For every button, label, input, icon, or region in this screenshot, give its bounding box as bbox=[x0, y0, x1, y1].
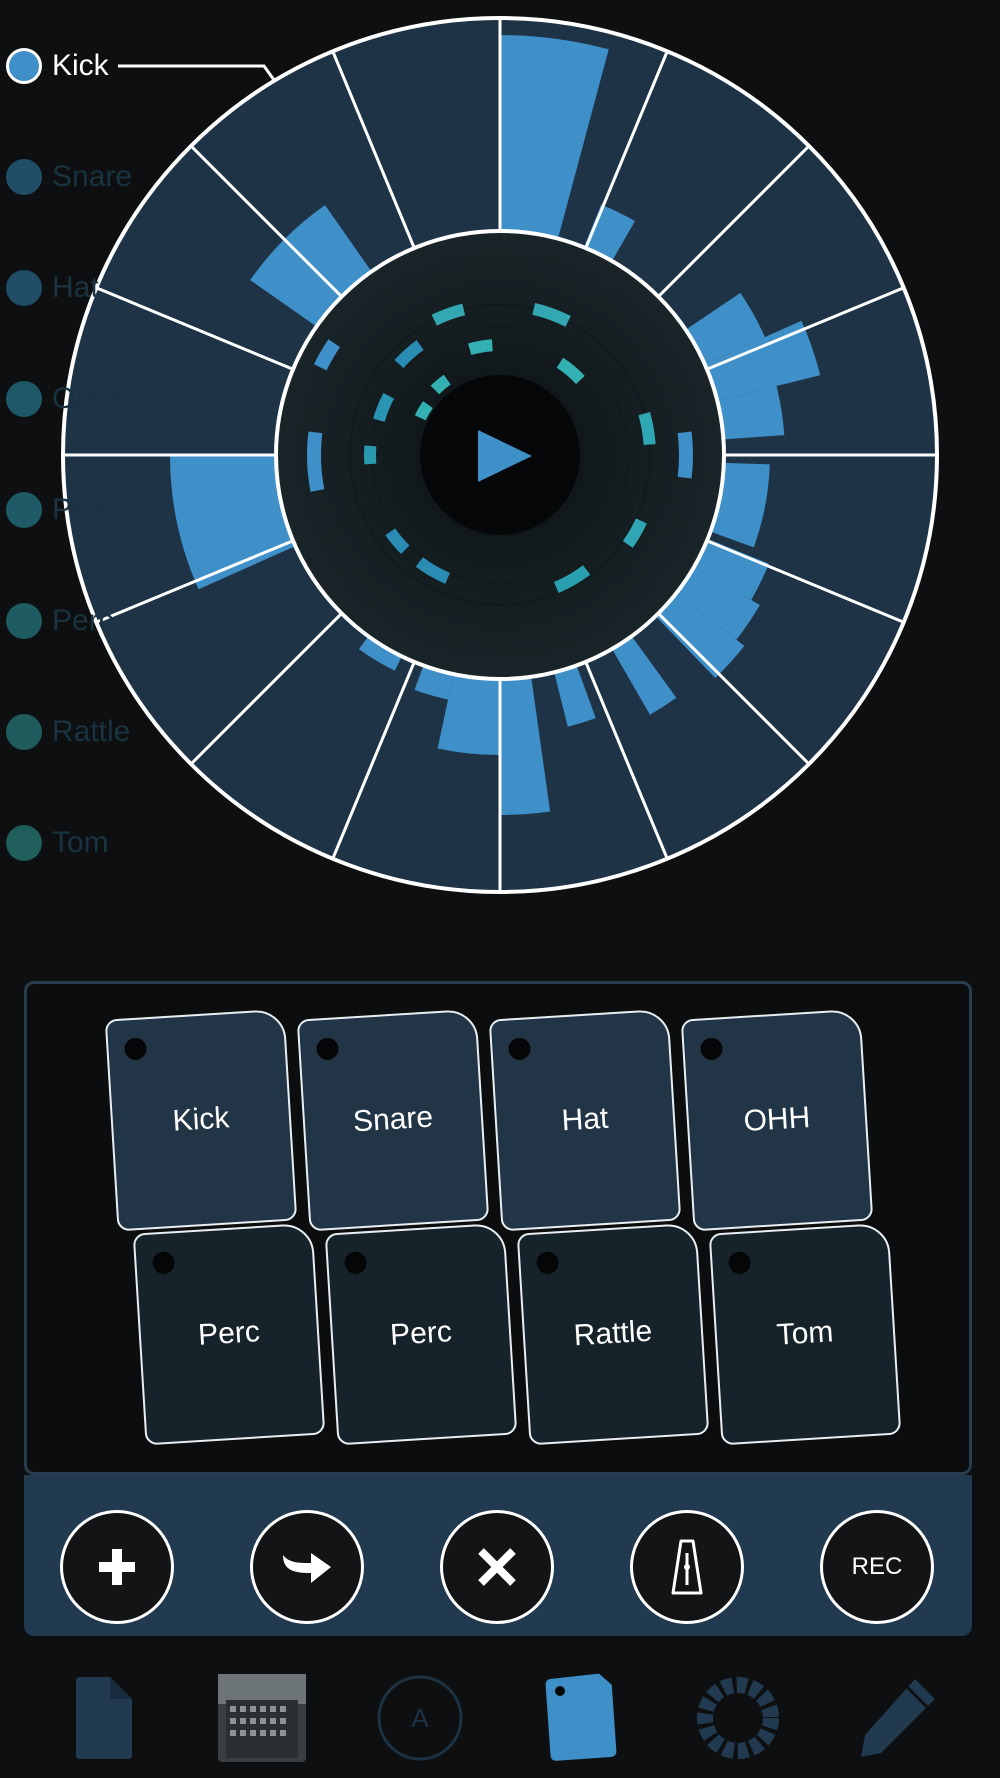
sequencer-wheel[interactable] bbox=[0, 0, 1000, 900]
pad-snare[interactable]: Snare bbox=[296, 1008, 490, 1232]
pad-label: Perc bbox=[197, 1315, 261, 1352]
record-button[interactable]: REC bbox=[820, 1510, 934, 1624]
ring-icon bbox=[697, 1677, 779, 1759]
pad-indicator bbox=[507, 1037, 532, 1061]
pad-label: Perc bbox=[389, 1315, 453, 1352]
kick-callout-line bbox=[118, 64, 276, 81]
track-item[interactable]: Snare bbox=[6, 156, 132, 198]
tab-document[interactable] bbox=[56, 1670, 152, 1766]
pad-label: OHH bbox=[742, 1100, 812, 1139]
plus-icon bbox=[99, 1549, 135, 1585]
tab-bar: A bbox=[0, 1660, 1000, 1778]
pattern-arc bbox=[677, 431, 693, 479]
pad-perc-1[interactable]: Perc bbox=[132, 1222, 326, 1446]
pattern-arc bbox=[364, 445, 377, 465]
pad-kick[interactable]: Kick bbox=[104, 1008, 298, 1232]
tab-photo[interactable] bbox=[214, 1670, 310, 1766]
pad-indicator bbox=[343, 1251, 368, 1275]
track-label: Perc bbox=[52, 493, 114, 526]
pad-indicator bbox=[727, 1251, 752, 1275]
add-button[interactable] bbox=[60, 1510, 174, 1624]
pad-icon bbox=[545, 1673, 617, 1761]
pad-perc-2[interactable]: Perc bbox=[324, 1222, 518, 1446]
document-icon bbox=[76, 1677, 132, 1759]
track-color-dot bbox=[6, 48, 42, 84]
track-label: OHH bbox=[52, 382, 119, 415]
redo-button[interactable] bbox=[250, 1510, 364, 1624]
track-item[interactable]: Hat bbox=[6, 267, 99, 309]
arrow-right-icon bbox=[283, 1553, 331, 1583]
pad-panel: Kick Snare Hat OHH Perc Perc Rattle Tom bbox=[24, 981, 972, 1475]
tab-edit[interactable] bbox=[848, 1670, 944, 1766]
track-item[interactable]: Perc bbox=[6, 600, 114, 642]
track-color-dot bbox=[6, 492, 42, 528]
record-label: REC bbox=[851, 1553, 903, 1580]
clear-button[interactable] bbox=[440, 1510, 554, 1624]
track-label: Kick bbox=[52, 49, 109, 82]
track-label: Tom bbox=[52, 826, 109, 859]
track-color-dot bbox=[6, 270, 42, 306]
track-label: Rattle bbox=[52, 715, 131, 748]
pad-rattle[interactable]: Rattle bbox=[516, 1222, 710, 1446]
track-color-dot bbox=[6, 714, 42, 750]
tab-autofill-letter: A bbox=[411, 1702, 429, 1733]
pad-indicator bbox=[315, 1037, 340, 1061]
track-item[interactable]: Rattle bbox=[6, 711, 130, 753]
pad-label: Kick bbox=[171, 1101, 231, 1138]
tab-pads[interactable] bbox=[532, 1670, 628, 1766]
track-label: Hat bbox=[52, 271, 99, 304]
action-bar: REC bbox=[24, 1475, 972, 1636]
pad-indicator bbox=[535, 1251, 560, 1275]
track-label: Snare bbox=[52, 160, 133, 193]
pad-hat[interactable]: Hat bbox=[488, 1008, 682, 1232]
photo-thumbnail bbox=[218, 1674, 306, 1762]
metronome-button[interactable] bbox=[630, 1510, 744, 1624]
track-color-dot bbox=[6, 159, 42, 195]
track-label: Perc bbox=[52, 604, 114, 637]
tab-sequencer[interactable] bbox=[690, 1670, 786, 1766]
close-icon bbox=[478, 1548, 516, 1586]
pad-label: Tom bbox=[775, 1315, 835, 1352]
track-color-dot bbox=[6, 603, 42, 639]
tab-autofill[interactable]: A bbox=[372, 1670, 468, 1766]
pad-tom[interactable]: Tom bbox=[708, 1222, 902, 1446]
track-item[interactable]: Tom bbox=[6, 822, 109, 864]
pad-indicator bbox=[699, 1037, 724, 1061]
track-color-dot bbox=[6, 381, 42, 417]
pad-label: Rattle bbox=[572, 1314, 654, 1353]
metronome-icon bbox=[671, 1539, 703, 1595]
track-item[interactable]: OHH bbox=[6, 378, 119, 420]
pad-ohh[interactable]: OHH bbox=[680, 1008, 874, 1232]
track-color-dot bbox=[6, 825, 42, 861]
pad-label: Hat bbox=[560, 1101, 610, 1138]
pad-indicator bbox=[151, 1251, 176, 1275]
pad-label: Snare bbox=[352, 1100, 434, 1139]
pencil-icon bbox=[861, 1679, 935, 1757]
track-item[interactable]: Kick bbox=[6, 45, 109, 87]
track-item[interactable]: Perc bbox=[6, 489, 114, 531]
pad-indicator bbox=[123, 1037, 148, 1061]
